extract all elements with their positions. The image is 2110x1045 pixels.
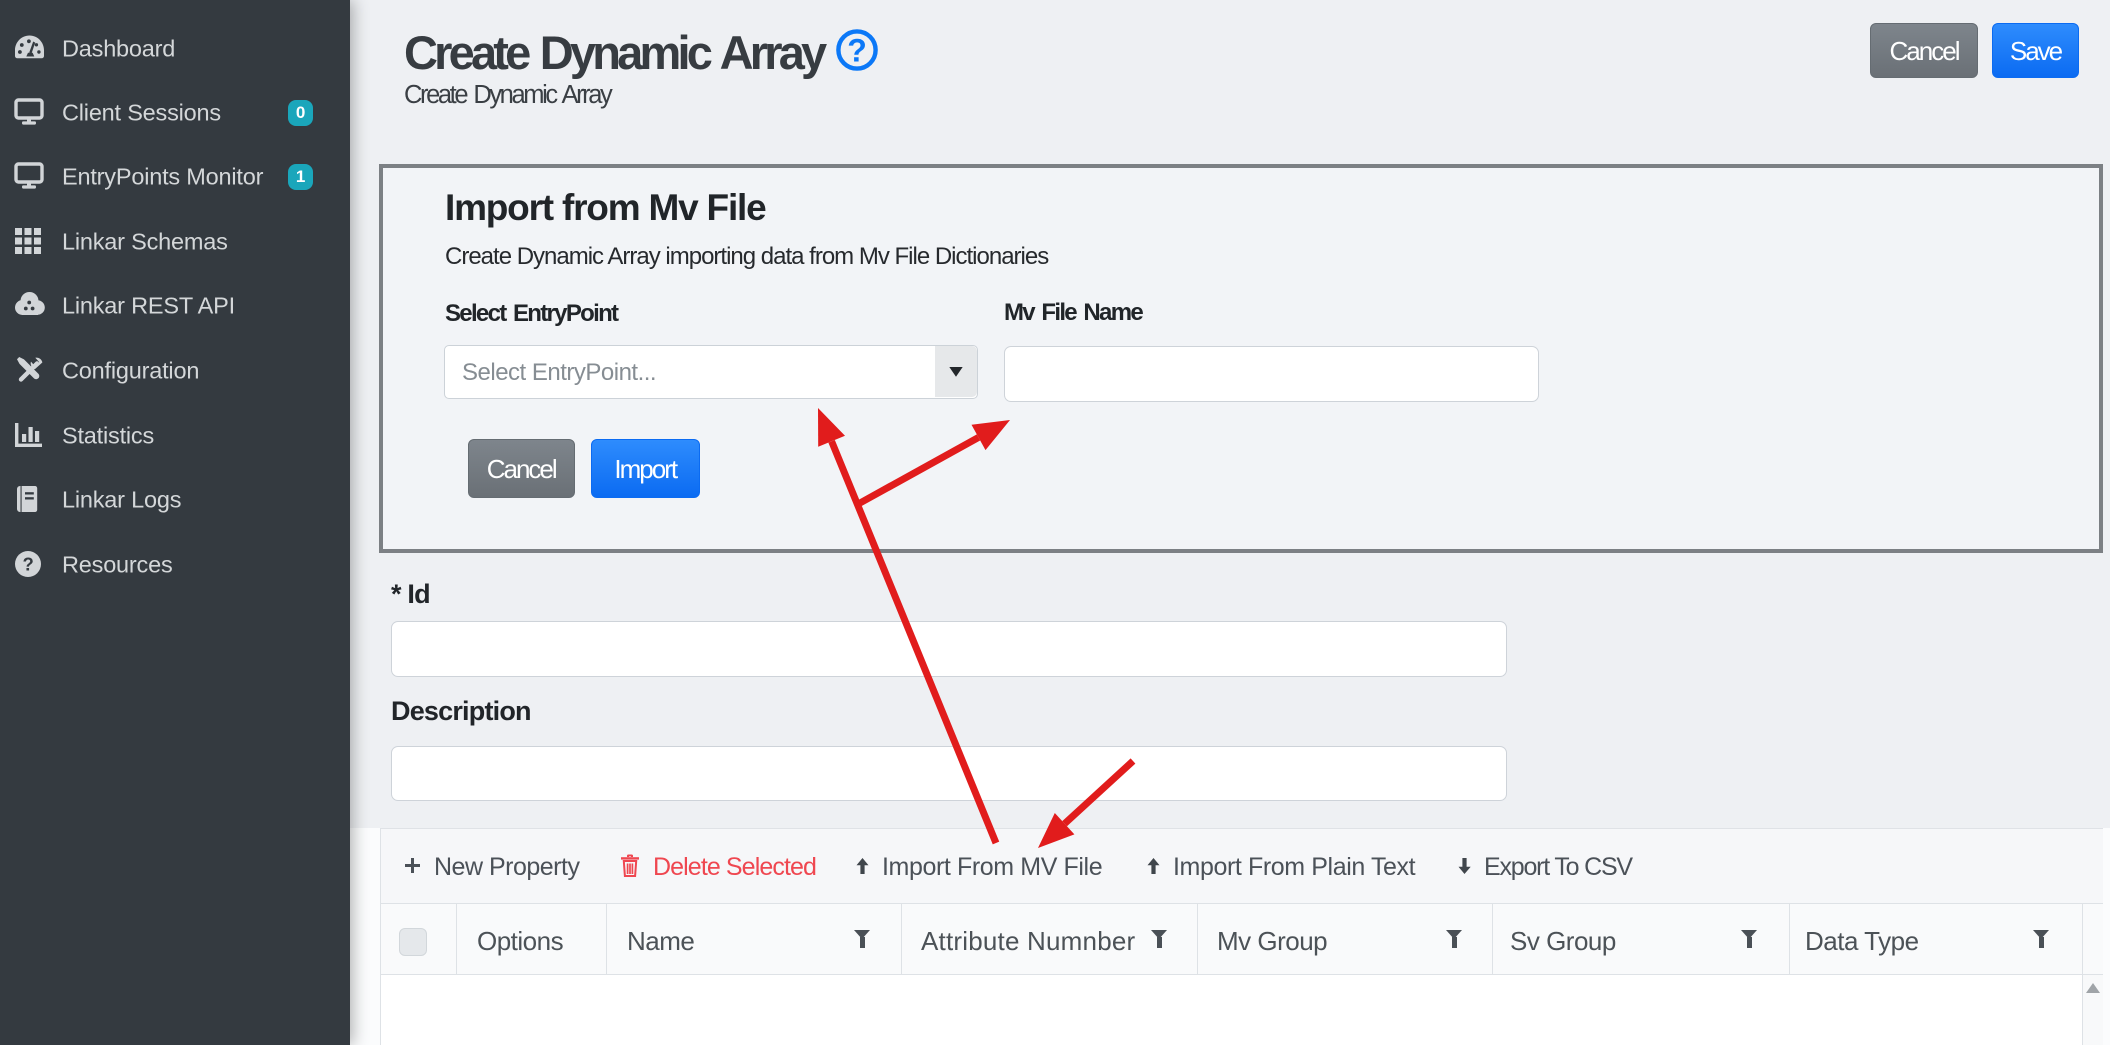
svg-text:?: ? — [847, 33, 867, 69]
svg-text:?: ? — [22, 554, 33, 575]
